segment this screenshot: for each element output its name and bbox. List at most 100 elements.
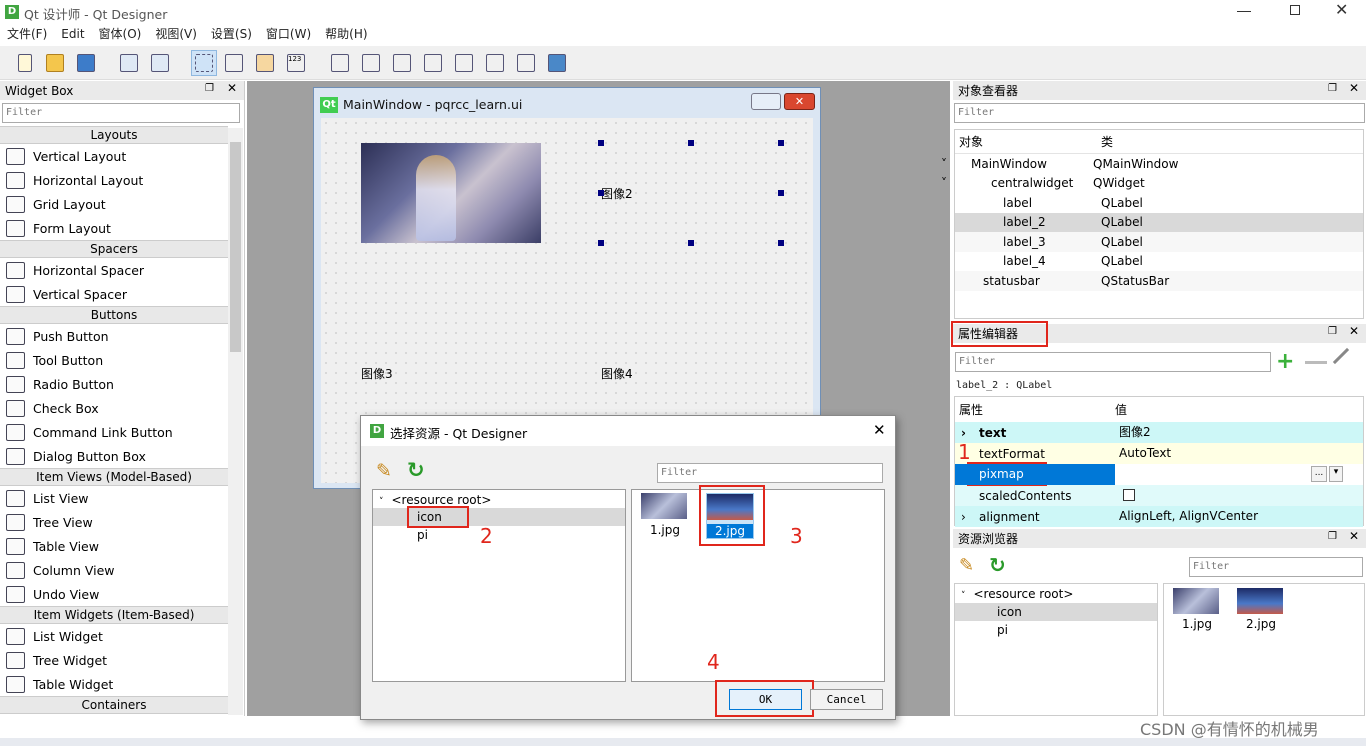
property-row[interactable]: alignment › AlignLeft, AlignVCenter — [955, 506, 1363, 527]
open-folder-icon[interactable] — [42, 50, 68, 76]
resource-file-2[interactable]: 2.jpg — [1237, 588, 1285, 631]
widget-item[interactable]: Grid Layout — [0, 192, 228, 216]
resource-file-1[interactable]: 1.jpg — [1173, 588, 1221, 631]
close-icon[interactable]: ✕ — [227, 81, 237, 95]
widget-item[interactable]: Table View — [0, 534, 228, 558]
resource-prefix-pi[interactable]: pi — [955, 621, 1157, 637]
object-tree-row[interactable]: statusbar QStatusBar — [955, 271, 1363, 291]
dialog-resource-root[interactable]: ˅ <resource root> — [373, 490, 625, 507]
dialog-prefix-icon[interactable]: icon — [373, 506, 625, 528]
save-icon[interactable] — [73, 50, 99, 76]
reload-icon[interactable]: ↻ — [989, 553, 1006, 577]
float-icon[interactable]: ❐ — [1328, 531, 1337, 542]
property-value[interactable]: AutoText — [1115, 443, 1363, 464]
widget-item[interactable]: Table Widget — [0, 672, 228, 696]
menu-settings[interactable]: 设置(S) — [211, 27, 252, 41]
layout-splitter-h-icon[interactable] — [389, 50, 415, 76]
form-minimize-button[interactable] — [751, 93, 781, 110]
adjust-size-icon[interactable] — [544, 50, 570, 76]
cancel-button[interactable]: Cancel — [810, 689, 883, 710]
edit-signals-icon[interactable] — [221, 50, 247, 76]
widget-category[interactable]: Item Views (Model-Based) — [0, 468, 228, 486]
property-filter-input[interactable]: Filter — [955, 352, 1271, 372]
object-tree-row[interactable]: label_3 QLabel — [955, 232, 1363, 252]
widget-filter-input[interactable]: Filter — [2, 103, 240, 123]
menu-view[interactable]: 视图(V) — [155, 27, 197, 41]
layout-horizontal-icon[interactable] — [327, 50, 353, 76]
widget-item[interactable]: Command Link Button — [0, 420, 228, 444]
widget-item[interactable]: Tree View — [0, 510, 228, 534]
object-tree-row[interactable]: label_4 QLabel — [955, 252, 1363, 272]
layout-vertical-icon[interactable] — [358, 50, 384, 76]
resource-prefix-icon[interactable]: icon — [955, 603, 1157, 621]
property-value[interactable]: AlignLeft, AlignVCenter — [1115, 506, 1363, 527]
checkbox[interactable] — [1123, 489, 1135, 501]
menu-form[interactable]: 窗体(O) — [99, 27, 142, 41]
object-filter-input[interactable]: Filter — [954, 103, 1365, 123]
close-icon[interactable]: ✕ — [1349, 529, 1359, 543]
float-icon[interactable]: ❐ — [1328, 326, 1337, 337]
widget-category[interactable]: Containers — [0, 696, 228, 714]
close-icon[interactable]: ✕ — [1349, 81, 1359, 95]
widget-item[interactable]: List View — [0, 486, 228, 510]
widget-item[interactable]: Horizontal Layout — [0, 168, 228, 192]
dialog-filter-input[interactable]: Filter — [657, 463, 883, 483]
widget-category[interactable]: Spacers — [0, 240, 228, 258]
widget-item[interactable]: Radio Button — [0, 372, 228, 396]
widget-item[interactable]: Vertical Spacer — [0, 282, 228, 306]
close-icon[interactable]: ✕ — [1349, 324, 1359, 338]
form-close-button[interactable]: ✕ — [784, 93, 815, 110]
property-value[interactable] — [1115, 485, 1363, 506]
float-icon[interactable]: ❐ — [1328, 83, 1337, 94]
widget-category[interactable]: Buttons — [0, 306, 228, 324]
dropdown-arrow-icon[interactable]: ▾ — [1329, 466, 1343, 482]
widget-item[interactable]: Check Box — [0, 396, 228, 420]
label-4[interactable]: 图像4 — [601, 365, 633, 382]
break-layout-icon[interactable] — [513, 50, 539, 76]
widget-item[interactable]: Form Layout — [0, 216, 228, 240]
layout-form-icon[interactable] — [482, 50, 508, 76]
dialog-close-icon[interactable]: ✕ — [873, 421, 886, 439]
property-row[interactable]: scaledContents — [955, 485, 1363, 506]
dialog-prefix-pi[interactable]: pi — [373, 526, 625, 542]
reload-icon[interactable]: ↻ — [407, 458, 425, 482]
remove-property-icon[interactable] — [1305, 361, 1327, 364]
add-property-icon[interactable]: + — [1276, 349, 1294, 374]
object-tree-row[interactable]: ˅ MainWindow QMainWindow — [941, 154, 1363, 174]
widget-item[interactable]: Column View — [0, 558, 228, 582]
edit-buddies-icon[interactable] — [252, 50, 278, 76]
object-tree-row[interactable]: label_2 QLabel — [955, 212, 1363, 232]
widget-item[interactable]: Vertical Layout — [0, 144, 228, 168]
edit-resources-icon[interactable]: ✎ — [376, 460, 392, 482]
property-row[interactable]: textFormat AutoText — [955, 443, 1363, 464]
widget-item[interactable]: Push Button — [0, 324, 228, 348]
close-icon[interactable]: ✕ — [1335, 0, 1348, 19]
float-icon[interactable]: ❐ — [205, 83, 214, 94]
property-row[interactable]: pixmap... ▾ — [955, 462, 1363, 486]
resource-root[interactable]: ˅ <resource root> — [955, 584, 1157, 601]
chevron-right-icon[interactable]: › — [961, 510, 966, 524]
edit-resources-icon[interactable]: ✎ — [959, 555, 974, 576]
layout-grid-icon[interactable] — [451, 50, 477, 76]
widget-item[interactable]: Horizontal Spacer — [0, 258, 228, 282]
menu-file[interactable]: 文件(F) — [7, 27, 47, 41]
bring-to-front-icon[interactable] — [147, 50, 173, 76]
object-tree-row[interactable]: label QLabel — [955, 193, 1363, 213]
edit-tab-order-icon[interactable]: 123 — [283, 50, 309, 76]
property-value[interactable]: 图像2 — [1115, 422, 1363, 443]
label-image[interactable] — [361, 143, 541, 243]
send-to-back-icon[interactable] — [116, 50, 142, 76]
object-tree-row[interactable]: ˅ centralwidget QWidget — [941, 174, 1363, 194]
scrollbar[interactable] — [228, 128, 243, 715]
restore-button[interactable] — [1290, 5, 1300, 15]
menu-edit[interactable]: Edit — [61, 27, 84, 41]
new-file-icon[interactable] — [12, 50, 38, 76]
widget-item[interactable]: Undo View — [0, 582, 228, 606]
menu-help[interactable]: 帮助(H) — [325, 27, 367, 41]
ellipsis-button[interactable]: ... — [1311, 466, 1327, 482]
widget-item[interactable]: Tree Widget — [0, 648, 228, 672]
widget-category[interactable]: Item Widgets (Item-Based) — [0, 606, 228, 624]
edit-widgets-icon[interactable] — [191, 50, 217, 76]
resource-filter-input[interactable]: Filter — [1189, 557, 1363, 577]
minimize-button[interactable] — [1237, 4, 1251, 18]
